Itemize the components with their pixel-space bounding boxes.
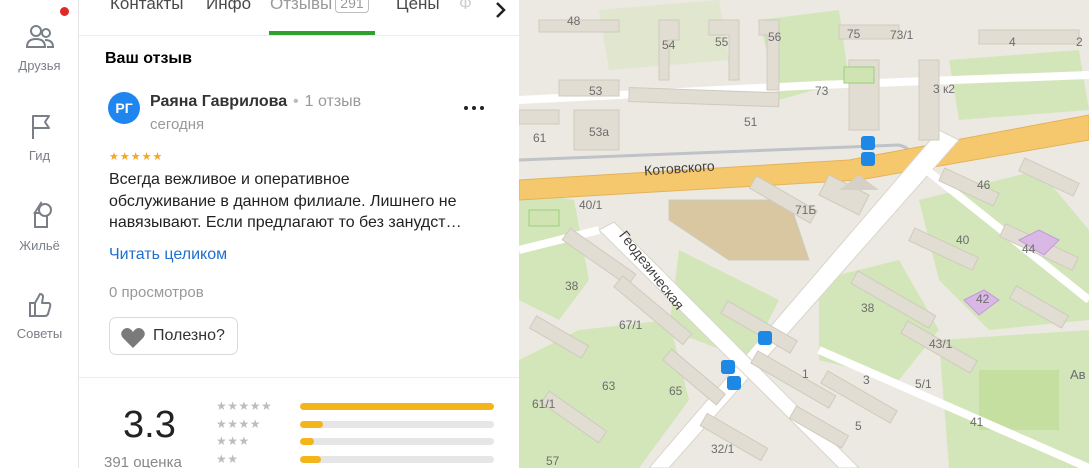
building-number: 53а (589, 125, 610, 139)
building-number: 71Б (795, 203, 817, 217)
building-number: 42 (976, 292, 990, 306)
house-tree-icon (32, 201, 52, 228)
review-author[interactable]: Раяна Гаврилова (150, 93, 287, 111)
tab-truncated: Ф (459, 0, 472, 13)
flag-icon (31, 115, 50, 139)
avatar[interactable]: РГ (108, 92, 140, 124)
reviews-count-badge: 291 (335, 0, 369, 13)
rail-item-friends[interactable]: Друзья (0, 22, 79, 73)
rail-item-label: Жильё (19, 238, 60, 253)
building-number: 61 (533, 131, 547, 145)
building-number: 2 (1076, 35, 1083, 49)
rating-bar-track (300, 456, 494, 463)
views-count: 0 просмотров (109, 284, 204, 301)
building-number: 41 (970, 415, 984, 429)
building-number: 57 (546, 454, 560, 468)
building-number: 44 (1022, 242, 1036, 256)
useful-button[interactable]: Полезно? (109, 317, 238, 355)
rating-bar-track (300, 403, 494, 410)
place-panel: Контакты Инфо Отзывы 291 Цены Ф Ваш отзыв… (79, 0, 519, 468)
building-number: 73/1 (890, 28, 914, 42)
rating-bar-fill (300, 456, 322, 463)
rating-row-stars: ★★★★ (216, 417, 262, 431)
your-review-title: Ваш отзыв (105, 50, 192, 67)
building-number: 54 (662, 38, 676, 52)
rating-row-stars: ★★ (216, 452, 239, 466)
average-rating: 3.3 (123, 404, 176, 446)
chevron-right-icon (496, 2, 506, 18)
building-number: 46 (977, 178, 991, 192)
rating-bar-track (300, 438, 494, 445)
rating-bar-fill (300, 421, 324, 428)
rail-item-guide[interactable]: Гид (0, 112, 79, 163)
building-number: 4 (1009, 35, 1016, 49)
heart-icon (121, 328, 145, 348)
tab-bar: Контакты Инфо Отзывы 291 Цены Ф (79, 0, 519, 36)
building-number: 40/1 (579, 198, 603, 212)
map-view[interactable]: Котовского Геодезическая 48 54 55 56 75 … (519, 0, 1089, 468)
rating-bar-track (300, 421, 494, 428)
building-number: 73 (815, 84, 829, 98)
map-canvas (519, 0, 1089, 468)
tabs-next-button[interactable] (487, 0, 513, 22)
building-number: 43/1 (929, 337, 953, 351)
friends-icon (25, 25, 54, 48)
review-more-button[interactable] (461, 99, 487, 117)
rating-row-stars: ★★★★★ (216, 399, 273, 413)
building-number: 67/1 (619, 318, 643, 332)
tab-contacts[interactable]: Контакты (110, 0, 183, 14)
active-tab-indicator (269, 31, 375, 35)
read-more-link[interactable]: Читать целиком (109, 246, 227, 264)
rating-bar-fill (300, 403, 494, 410)
building-number: 38 (861, 301, 875, 315)
building-number: 5/1 (915, 377, 932, 391)
building-number: 38 (565, 279, 579, 293)
building-number: 1 (802, 367, 809, 381)
review-text: Всегда вежливое и оперативное обслуживан… (109, 169, 499, 234)
rail-item-label: Друзья (18, 58, 61, 73)
author-review-count: 1 отзыв (293, 93, 362, 111)
tab-reviews[interactable]: Отзывы 291 (270, 0, 369, 14)
thumbs-up-icon (28, 293, 51, 317)
building-number: 56 (768, 30, 782, 44)
ratings-count: 391 оценка (104, 454, 182, 468)
rating-row-stars: ★★★ (216, 434, 250, 448)
tab-info[interactable]: Инфо (206, 0, 251, 14)
building-number: 53 (589, 84, 603, 98)
building-number: Ав (1070, 367, 1086, 382)
tab-prices[interactable]: Цены (396, 0, 440, 14)
building-number: 55 (715, 35, 729, 49)
left-rail: Друзья Гид Жильё Советы (0, 0, 79, 468)
building-number: 3 к2 (933, 82, 955, 96)
rating-bar-fill (300, 438, 314, 445)
rail-item-housing[interactable]: Жильё (0, 198, 79, 253)
building-number: 48 (567, 14, 581, 28)
building-number: 75 (847, 27, 861, 41)
more-dots-icon (464, 106, 484, 110)
building-number: 51 (744, 115, 758, 129)
review-stars: ★★★★★ (109, 151, 164, 163)
notification-dot (60, 7, 69, 16)
review-text-line: Всегда вежливое и оперативное (109, 171, 350, 188)
tab-reviews-label: Отзывы (270, 0, 333, 13)
building-number: 40 (956, 233, 970, 247)
rail-item-tips[interactable]: Советы (0, 290, 79, 341)
rail-item-label: Советы (16, 326, 63, 341)
divider (79, 377, 519, 378)
building-number: 63 (602, 379, 616, 393)
useful-label: Полезно? (153, 327, 225, 344)
building-number: 65 (669, 384, 683, 398)
review-text-line: обслуживание в данном филиале. Лишнего н… (109, 192, 457, 210)
review-date: сегодня (150, 116, 205, 133)
building-number: 3 (863, 373, 870, 387)
building-number: 5 (855, 419, 862, 433)
building-number: 32/1 (711, 442, 735, 456)
review-text-line: навязывают. Если предлагают то без зануд… (109, 214, 462, 231)
rail-item-label: Гид (28, 148, 51, 163)
building-number: 61/1 (532, 397, 556, 411)
